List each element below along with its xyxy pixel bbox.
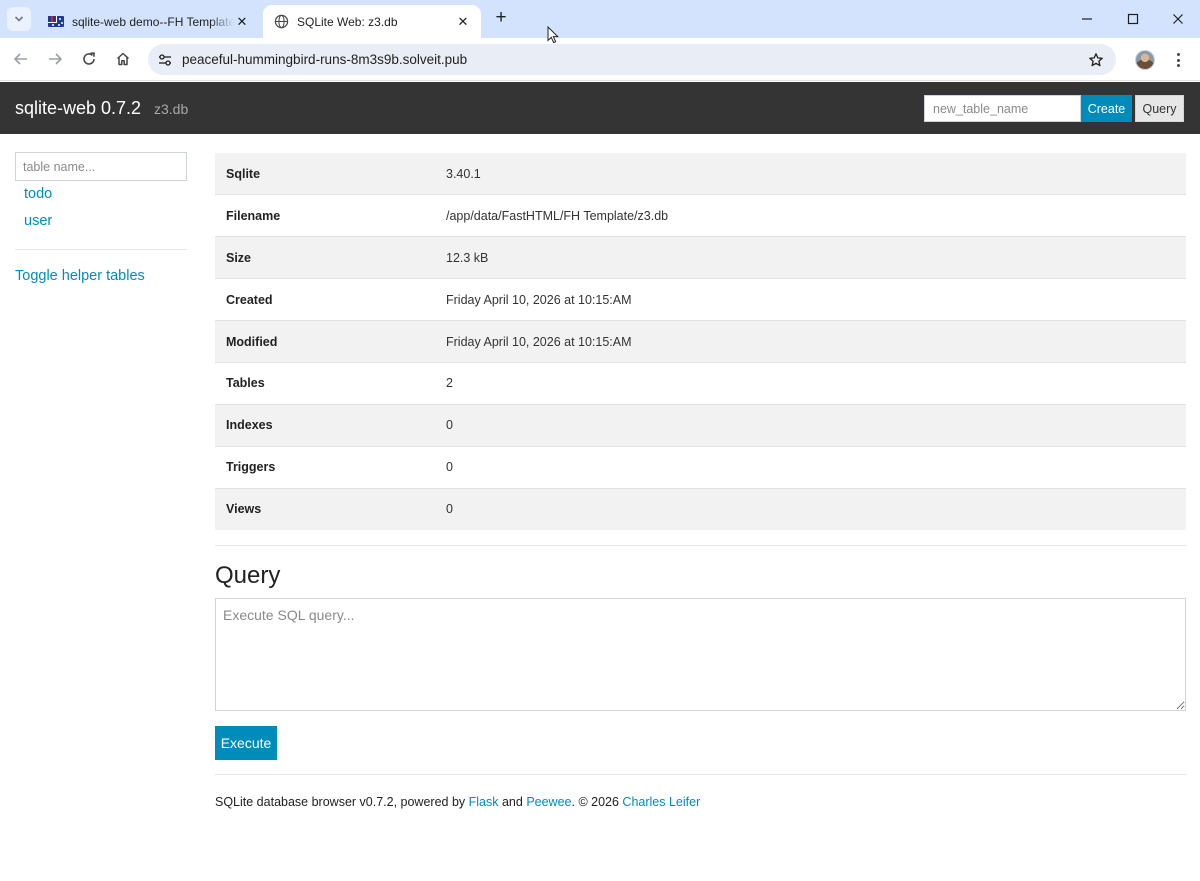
info-key: Modified: [215, 320, 446, 363]
page-footer: SQLite database browser v0.7.2, powered …: [215, 795, 700, 809]
info-key: Views: [215, 487, 446, 531]
sidebar-table-todo[interactable]: todo: [24, 186, 52, 202]
info-value: 12.3 kB: [446, 236, 1186, 279]
table-row: Tables 2: [215, 361, 1186, 405]
minimize-window-icon[interactable]: [1064, 0, 1110, 38]
info-value: 0: [446, 445, 1186, 489]
browser-menu-icon[interactable]: [1170, 50, 1186, 70]
database-name[interactable]: z3.db: [154, 101, 188, 117]
chevron-down-icon: [14, 16, 24, 22]
home-icon[interactable]: [111, 47, 135, 71]
table-row: Indexes 0: [215, 403, 1186, 447]
info-value: 0: [446, 487, 1186, 531]
toggle-helper-tables-link[interactable]: Toggle helper tables: [15, 268, 145, 284]
table-name-search-input[interactable]: [15, 152, 187, 181]
profile-avatar[interactable]: [1135, 50, 1155, 70]
info-key: Triggers: [215, 445, 446, 489]
info-value: /app/data/FastHTML/FH Template/z3.db: [446, 194, 1186, 237]
footer-divider: [215, 774, 1186, 775]
info-key: Tables: [215, 361, 446, 405]
info-key: Filename: [215, 194, 446, 237]
table-row: Triggers 0: [215, 445, 1186, 489]
author-link[interactable]: Charles Leifer: [622, 795, 700, 809]
sidebar-divider: [15, 249, 187, 250]
maximize-window-icon[interactable]: [1110, 0, 1156, 38]
info-value: Friday April 10, 2026 at 10:15:AM: [446, 320, 1186, 363]
forward-arrow-icon[interactable]: [43, 47, 67, 71]
peewee-link[interactable]: Peewee: [526, 795, 571, 809]
tab-search-button[interactable]: [7, 7, 31, 31]
footer-text: . © 2026: [571, 795, 623, 809]
tab-title: SQLite Web: z3.db: [297, 14, 398, 29]
info-key: Sqlite: [215, 153, 446, 195]
section-divider: [215, 545, 1186, 546]
footer-text: and: [498, 795, 527, 809]
reload-icon[interactable]: [77, 47, 101, 71]
table-row: Sqlite 3.40.1: [215, 153, 1186, 195]
info-key: Created: [215, 278, 446, 321]
new-table-name-input[interactable]: [924, 95, 1081, 122]
new-tab-icon[interactable]: +: [491, 8, 511, 29]
info-key: Size: [215, 236, 446, 279]
create-table-button[interactable]: Create: [1081, 95, 1132, 122]
database-info-table: Sqlite 3.40.1 Filename/app/data/FastHTML/…: [215, 153, 1186, 531]
app-brand[interactable]: sqlite-web 0.7.2: [15, 98, 141, 119]
table-row: Modified Friday April 10, 2026 at 10:15:A…: [215, 320, 1186, 363]
back-arrow-icon[interactable]: [9, 47, 33, 71]
site-settings-icon[interactable]: [156, 51, 174, 69]
globe-icon: [273, 14, 289, 30]
table-row: Created Friday April 10, 2026 at 10:15:AM: [215, 278, 1186, 321]
tab-title: sqlite-web demo--FH Template: [72, 14, 234, 29]
table-row: Views 0: [215, 487, 1186, 531]
info-value: 2: [446, 361, 1186, 405]
url-text: peaceful-hummingbird-runs-8m3s9b.solveit…: [182, 52, 468, 67]
mouse-cursor-icon: [547, 26, 559, 44]
info-value: Friday April 10, 2026 at 10:15:AM: [446, 278, 1186, 321]
sql-query-textarea[interactable]: [215, 598, 1186, 711]
footer-text: SQLite database browser v0.7.2, powered …: [215, 795, 469, 809]
bookmark-star-icon[interactable]: [1086, 50, 1106, 70]
execute-button[interactable]: Execute: [215, 726, 277, 760]
info-value: 0: [446, 403, 1186, 447]
info-key: Indexes: [215, 403, 446, 447]
query-heading: Query: [215, 562, 281, 589]
table-row: Size 12.3 kB: [215, 236, 1186, 279]
browser-tab-sqlite-web[interactable]: SQLite Web: z3.db ✕: [263, 5, 481, 38]
browser-tab-strip: sqlite-web demo--FH Template ✕ SQLite We…: [0, 0, 1200, 38]
table-row: Filename/app/data/FastHTML/FH Template/z…: [215, 194, 1186, 237]
info-value: 3.40.1: [446, 153, 1186, 195]
australia-flag-icon: [48, 14, 64, 30]
browser-tab-sqlite-web-demo[interactable]: sqlite-web demo--FH Template ✕: [38, 5, 260, 38]
browser-toolbar: peaceful-hummingbird-runs-8m3s9b.solveit…: [0, 38, 1200, 81]
close-tab-icon[interactable]: ✕: [455, 14, 471, 30]
sidebar-table-user[interactable]: user: [24, 213, 52, 229]
app-navbar: sqlite-web 0.7.2 z3.db Create Query: [0, 82, 1200, 134]
address-bar[interactable]: peaceful-hummingbird-runs-8m3s9b.solveit…: [148, 44, 1116, 75]
flask-link[interactable]: Flask: [469, 795, 499, 809]
close-tab-icon[interactable]: ✕: [234, 14, 250, 30]
query-button[interactable]: Query: [1135, 95, 1184, 122]
close-window-icon[interactable]: [1155, 0, 1200, 38]
